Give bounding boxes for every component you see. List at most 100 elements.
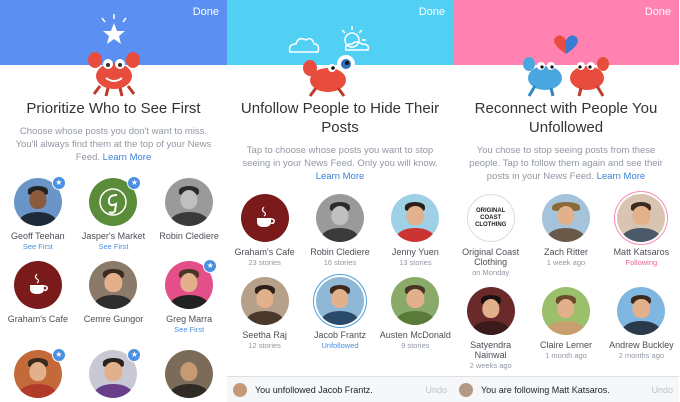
unfollowed-status: Unfollowed xyxy=(321,341,359,350)
person-name: Andrew Buckley xyxy=(609,340,674,350)
jaspers-logo-icon xyxy=(99,188,128,216)
person-cell[interactable]: Zach Ritter 1 week ago xyxy=(528,194,603,277)
people-grid-partial: ★ ★ xyxy=(0,348,227,398)
undo-button[interactable]: Undo xyxy=(651,385,673,395)
story-count: 9 stories xyxy=(401,341,430,350)
unfollow-toast: You unfollowed Jacob Frantz. Undo xyxy=(227,376,453,402)
person-name: Seetha Raj xyxy=(242,330,287,340)
page-title: Unfollow People to Hide Their Posts xyxy=(240,100,440,136)
person-cell[interactable]: Seetha Raj 12 stories xyxy=(227,277,302,350)
person-status: See First xyxy=(98,242,129,251)
person-cell[interactable]: ★ xyxy=(0,348,76,398)
person-cell[interactable]: Andrew Buckley 2 months ago xyxy=(604,287,679,370)
person-cell[interactable]: Austen McDonald 9 stories xyxy=(378,277,453,350)
person-cell[interactable]: Jenny Yuen 13 stories xyxy=(378,194,453,267)
person-name: Matt Katsaros xyxy=(613,247,670,257)
avatar xyxy=(391,194,440,242)
person-name: Original Coast Clothing xyxy=(462,247,520,267)
following-status: Following xyxy=(625,258,658,267)
page-description: Choose whose posts you don't want to mis… xyxy=(0,125,227,164)
page-title: Reconnect with People You Unfollowed xyxy=(474,100,658,136)
people-grid: ORIGINAL COAST CLOTHING Original Coast C… xyxy=(453,194,679,370)
unfollowed-when: 1 week ago xyxy=(546,258,586,267)
person-cell[interactable]: ★ Greg Marra See First xyxy=(151,259,227,334)
person-cell[interactable]: ★ Jasper's Market See First xyxy=(76,176,152,251)
avatar xyxy=(541,287,590,335)
crab-heart-illustration xyxy=(453,0,679,100)
person-name: Zach Ritter xyxy=(543,247,588,257)
toast-message: You unfollowed Jacob Frantz. xyxy=(255,384,373,395)
avatar xyxy=(391,277,440,325)
star-badge-icon: ★ xyxy=(127,348,142,362)
star-badge-icon: ★ xyxy=(127,176,142,190)
person-status: See First xyxy=(22,242,53,251)
person-cell[interactable]: Satyendra Nainwal 2 weeks ago xyxy=(453,287,528,370)
person-name: Robin Clediere xyxy=(159,231,219,241)
person-cell[interactable]: Cemre Gungor xyxy=(76,261,152,334)
avatar xyxy=(165,178,214,226)
description-text: Tap to choose whose posts you want to st… xyxy=(242,145,438,169)
toast-avatar xyxy=(459,382,473,397)
page-title: Prioritize Who to See First xyxy=(26,100,201,117)
story-count: 16 stories xyxy=(323,258,357,267)
learn-more-link[interactable]: Learn More xyxy=(103,152,152,163)
coffee-cup-icon xyxy=(29,273,48,294)
people-grid: ★ Geoff Teehan See First ★ Jasper's Mark… xyxy=(0,176,227,334)
see-first-screen: Done Prioritize Who to See First Choose … xyxy=(0,0,227,402)
unfollowed-when: 2 months ago xyxy=(618,351,665,360)
person-name: Jacob Frantz xyxy=(313,330,366,340)
person-cell[interactable] xyxy=(151,350,227,398)
undo-button[interactable]: Undo xyxy=(425,385,447,395)
coffee-cup-icon xyxy=(256,206,275,227)
avatar xyxy=(466,287,515,335)
person-cell[interactable]: Robin Clediere xyxy=(151,178,227,251)
person-name: Graham's Cafe xyxy=(7,314,68,324)
learn-more-link[interactable]: Learn More xyxy=(597,171,646,182)
learn-more-link[interactable]: Learn More xyxy=(316,171,365,182)
person-name: Geoff Teehan xyxy=(10,231,65,241)
person-cell[interactable]: Graham's Cafe 23 stories xyxy=(227,194,302,267)
avatar xyxy=(240,277,289,325)
follow-toast: You are following Matt Katsaros. Undo xyxy=(453,376,679,402)
avatar xyxy=(617,194,666,242)
story-count: 13 stories xyxy=(399,258,432,267)
star-badge-icon: ★ xyxy=(51,348,66,362)
person-name: Austen McDonald xyxy=(379,330,451,340)
person-cell[interactable]: Claire Lerner 1 month ago xyxy=(528,287,603,370)
avatar xyxy=(240,194,289,242)
person-cell[interactable]: Graham's Cafe xyxy=(0,261,76,334)
unfollow-screen: Done Unfollow People to Hide Their Posts… xyxy=(227,0,453,402)
person-cell[interactable]: ★ xyxy=(76,348,152,398)
person-name: Robin Clediere xyxy=(310,247,370,257)
crab-star-illustration xyxy=(0,0,227,100)
person-name: Greg Marra xyxy=(166,314,213,324)
person-name: Jenny Yuen xyxy=(391,247,439,257)
brand-logo: ORIGINAL COAST CLOTHING xyxy=(474,207,507,228)
crab-cloud-illustration xyxy=(227,0,453,100)
avatar xyxy=(315,277,364,325)
person-name: Satyendra Nainwal xyxy=(470,340,512,360)
person-cell[interactable]: Robin Clediere 16 stories xyxy=(302,194,377,267)
person-cell[interactable]: ORIGINAL COAST CLOTHING Original Coast C… xyxy=(453,194,528,277)
person-name: Graham's Cafe xyxy=(234,247,295,257)
avatar xyxy=(13,261,62,309)
person-cell[interactable]: Matt Katsaros Following xyxy=(604,194,679,277)
story-count: 23 stories xyxy=(248,258,281,267)
unfollowed-when: 2 weeks ago xyxy=(469,361,512,370)
person-name: Claire Lerner xyxy=(539,340,592,350)
person-name: Cemre Gungor xyxy=(83,314,144,324)
avatar xyxy=(165,350,214,398)
person-cell[interactable]: Jacob Frantz Unfollowed xyxy=(302,277,377,350)
avatar xyxy=(89,261,138,309)
star-badge-icon: ★ xyxy=(51,176,66,190)
toast-avatar xyxy=(233,382,247,397)
toast-message: You are following Matt Katsaros. xyxy=(481,384,610,395)
screens-row: Done Prioritize Who to See First Choose … xyxy=(0,0,680,402)
avatar: ORIGINAL COAST CLOTHING xyxy=(466,194,515,242)
unfollowed-when: 1 month ago xyxy=(545,351,587,360)
person-cell[interactable]: ★ Geoff Teehan See First xyxy=(0,176,76,251)
avatar xyxy=(541,194,590,242)
people-grid: Graham's Cafe 23 stories Robin Clediere … xyxy=(227,194,453,350)
page-description: You chose to stop seeing posts from thes… xyxy=(453,144,679,183)
unfollowed-when: on Monday xyxy=(472,268,510,277)
